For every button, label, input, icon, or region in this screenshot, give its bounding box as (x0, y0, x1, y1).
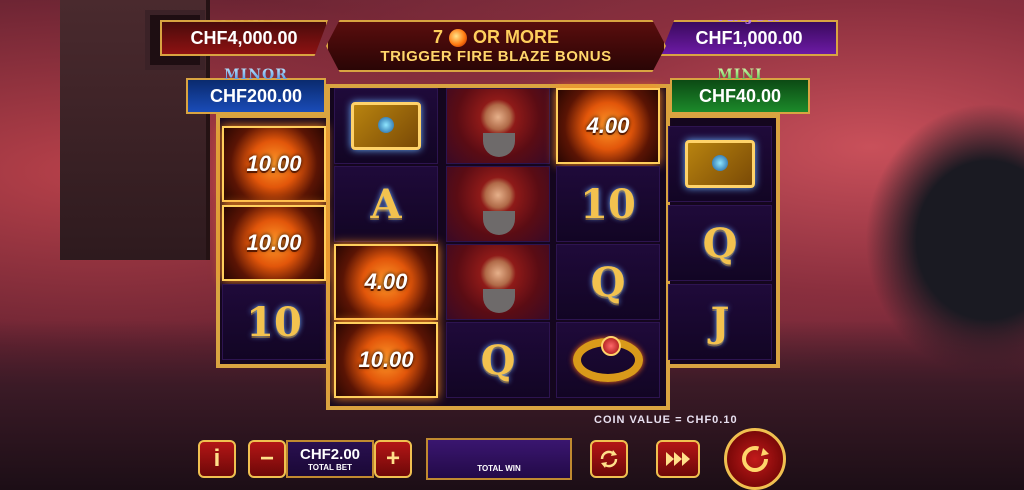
info-icon: i (213, 445, 221, 472)
turbo-button[interactable] (656, 440, 700, 478)
spellbook-icon (351, 102, 421, 150)
jackpot-major: MAJOR CHF1,000.00 (660, 20, 838, 56)
jackpot-minor: MINOR CHF200.00 (186, 67, 326, 114)
spellbook-icon (685, 140, 755, 188)
symbol-q: Q (590, 258, 626, 306)
total-win-label: TOTAL WIN (477, 464, 521, 473)
autoplay-button[interactable] (590, 440, 628, 478)
fireball-value: 10.00 (246, 151, 302, 176)
fireball-value: 4.00 (364, 269, 408, 294)
jackpot-grand: GRAND CHF4,000.00 (160, 20, 328, 56)
reel4-cell-2: 10 (556, 166, 660, 242)
total-win-display: TOTAL WIN (426, 438, 572, 480)
jackpot-mini-value: CHF40.00 (698, 85, 782, 106)
plus-icon: + (385, 445, 400, 472)
bonus-bottom-text: TRIGGER FIRE BLAZE BONUS (380, 48, 612, 65)
symbol-10: 10 (246, 298, 302, 346)
wizard-icon (447, 167, 549, 241)
bonus-banner: 7 OR MORE TRIGGER FIRE BLAZE BONUS (326, 20, 666, 72)
coin-value: COIN VALUE = CHF0.10 (594, 414, 738, 426)
reel4-cell-4 (556, 322, 660, 398)
symbol-q: Q (480, 336, 516, 384)
reel1-cell-1: 10.00 (222, 126, 326, 202)
fireball-icon (449, 28, 467, 47)
fireball-value: 10.00 (358, 347, 414, 372)
reel2-cell-1 (334, 88, 438, 164)
info-button[interactable]: i (198, 440, 236, 478)
reel3-cell-2 (446, 166, 550, 242)
spin-icon (742, 446, 769, 472)
turbo-icon (666, 452, 690, 466)
jackpot-major-value: CHF1,000.00 (695, 27, 803, 48)
reel4-cell-1: 4.00 (556, 88, 660, 164)
minus-icon: − (259, 445, 274, 472)
reel2-cell-4: 10.00 (334, 322, 438, 398)
jackpot-mini-title: MINI (717, 67, 763, 83)
symbol-a: A (370, 180, 402, 228)
jackpot-minor-value: CHF200.00 (209, 85, 303, 106)
reel2-cell-3: 4.00 (334, 244, 438, 320)
total-bet-value: CHF2.00 (299, 446, 361, 463)
jackpot-grand-value: CHF4,000.00 (190, 27, 298, 48)
symbol-10: 10 (580, 180, 636, 228)
reel5-cell-2: Q (668, 205, 772, 281)
reel3-cell-3 (446, 244, 550, 320)
jackpot-major-title: MAJOR (718, 9, 780, 25)
total-bet-label: TOTAL BET (308, 463, 352, 472)
reel4-cell-3: Q (556, 244, 660, 320)
wizard-icon (447, 245, 549, 319)
bonus-top-text: OR MORE (473, 27, 560, 47)
total-bet-display: CHF2.00 TOTAL BET (286, 440, 374, 478)
increase-bet-button[interactable]: + (374, 440, 412, 478)
fireball-value: 4.00 (586, 113, 630, 138)
reel2-cell-2: A (334, 166, 438, 242)
reel3-cell-1 (446, 88, 550, 164)
reel5-cell-1 (668, 126, 772, 202)
reel3-cell-4: Q (446, 322, 550, 398)
symbol-q: Q (702, 219, 738, 267)
bonus-banner-top: 7 OR MORE (433, 27, 559, 48)
spin-button[interactable] (724, 428, 786, 490)
autoplay-icon (600, 450, 618, 468)
reel1-cell-3: 10 (222, 284, 326, 360)
decrease-bet-button[interactable]: − (248, 440, 286, 478)
fireball-value: 10.00 (246, 230, 302, 255)
bonus-count: 7 (432, 27, 443, 47)
jackpot-mini: MINI CHF40.00 (670, 67, 810, 114)
reel5-cell-3: J (668, 284, 772, 360)
ring-icon (573, 336, 643, 382)
reel1-cell-2: 10.00 (222, 205, 326, 281)
wizard-icon (447, 89, 549, 163)
jackpot-minor-title: MINOR (224, 67, 288, 83)
symbol-j: J (710, 298, 730, 346)
jackpot-grand-title: GRAND (211, 9, 277, 25)
